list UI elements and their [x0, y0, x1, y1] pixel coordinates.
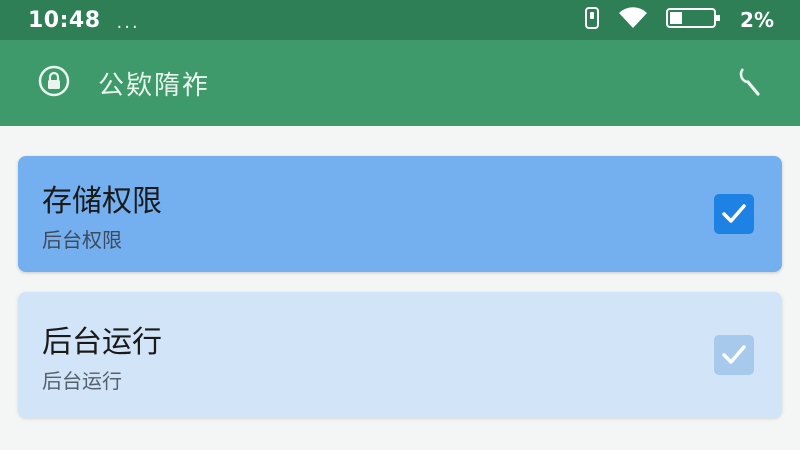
notification-dots: ... — [116, 11, 140, 33]
permission-title: 后台运行 — [42, 324, 162, 360]
checkmark-icon — [722, 345, 746, 364]
status-bar: 10:48 ... 2% — [0, 0, 800, 40]
vibrate-icon — [584, 6, 600, 34]
battery-icon — [666, 6, 722, 34]
permission-checkbox-storage[interactable] — [714, 194, 754, 234]
permission-subtitle: 后台权限 — [42, 227, 122, 252]
permission-title: 存储权限 — [42, 183, 162, 219]
battery-percent: 2% — [740, 8, 774, 32]
permission-item-background[interactable]: 后台运行 后台运行 — [18, 292, 782, 418]
status-time: 10:48 — [28, 7, 101, 33]
checkmark-icon — [722, 204, 746, 223]
permission-item-storage[interactable]: 存储权限 后台权限 — [18, 156, 782, 272]
app-bar: 公欵隋祚 — [0, 40, 800, 126]
lock-circle-icon[interactable] — [38, 65, 70, 101]
permission-checkbox-background[interactable] — [714, 335, 754, 375]
wifi-icon — [618, 7, 648, 33]
app-title: 公欵隋祚 — [98, 70, 211, 101]
permission-subtitle: 后台运行 — [42, 368, 122, 393]
search-icon[interactable] — [734, 64, 764, 102]
